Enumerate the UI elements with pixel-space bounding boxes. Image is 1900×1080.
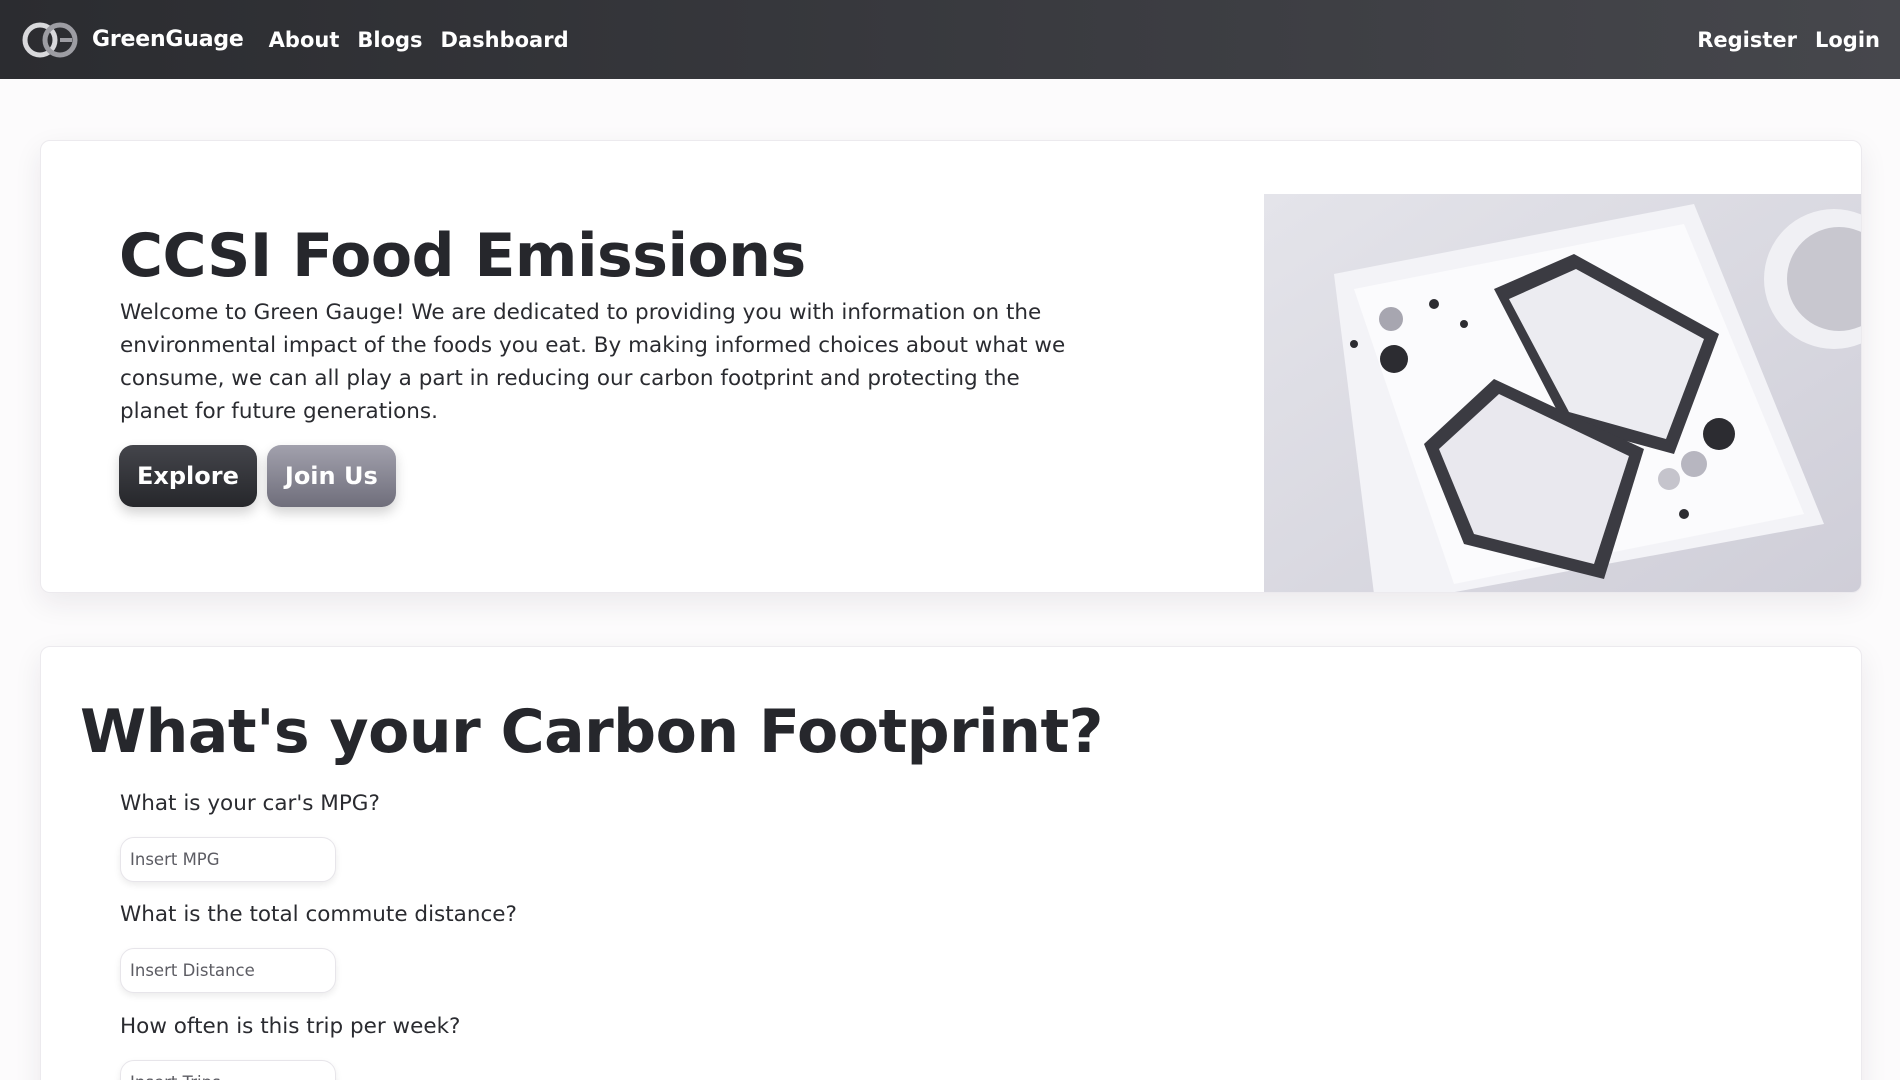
food-plate-photo — [1264, 194, 1861, 592]
top-navbar: GreenGuage About Blogs Dashboard Registe… — [0, 0, 1900, 79]
trips-input[interactable] — [120, 1060, 336, 1080]
mpg-input[interactable] — [120, 837, 336, 882]
trips-label: How often is this trip per week? — [120, 1014, 461, 1039]
explore-button[interactable]: Explore — [119, 445, 257, 507]
hero-card: CCSI Food Emissions Welcome to Green Gau… — [40, 140, 1862, 593]
hero-description: Welcome to Green Gauge! We are dedicated… — [120, 300, 1066, 424]
join-us-button[interactable]: Join Us — [266, 445, 396, 507]
hero-title: CCSI Food Emissions — [119, 221, 806, 291]
nav-link-blogs[interactable]: Blogs — [357, 28, 422, 52]
distance-label: What is the total commute distance? — [120, 902, 517, 927]
greengauge-logo-icon — [22, 22, 78, 57]
brand-name[interactable]: GreenGuage — [92, 27, 244, 52]
mpg-label: What is your car's MPG? — [120, 791, 380, 816]
nav-link-register[interactable]: Register — [1697, 28, 1797, 52]
distance-input[interactable] — [120, 948, 336, 993]
carbon-calculator-card: What's your Carbon Footprint? What is yo… — [40, 646, 1862, 1080]
brand[interactable]: GreenGuage — [20, 18, 244, 62]
nav-link-about[interactable]: About — [269, 28, 340, 52]
nav-link-dashboard[interactable]: Dashboard — [441, 28, 569, 52]
nav-link-login[interactable]: Login — [1815, 28, 1880, 52]
calculator-title: What's your Carbon Footprint? — [80, 697, 1103, 767]
